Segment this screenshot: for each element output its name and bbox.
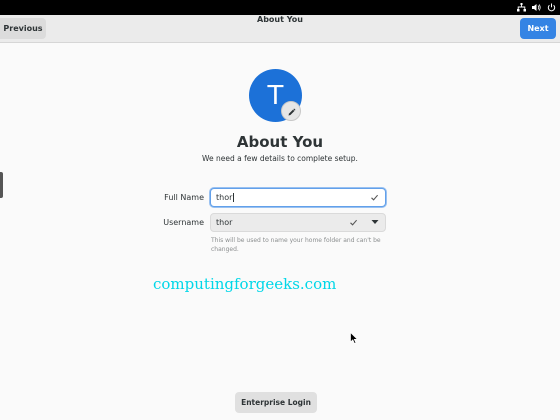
mouse-cursor-icon — [350, 329, 359, 348]
pencil-icon — [287, 102, 296, 121]
header-bar: Previous About You Next — [0, 15, 560, 43]
power-icon[interactable] — [547, 3, 556, 12]
previous-button[interactable]: Previous — [0, 18, 46, 39]
check-icon — [349, 218, 358, 229]
username-dropdown-button[interactable] — [365, 214, 385, 231]
system-tray[interactable] — [517, 0, 556, 15]
full-name-value: thor — [216, 193, 233, 202]
username-label: Username — [163, 218, 204, 227]
page-subtitle: We need a few details to complete setup. — [202, 154, 358, 163]
username-hint: This will be used to name your home fold… — [211, 237, 381, 253]
next-button[interactable]: Next — [520, 18, 556, 39]
check-icon — [370, 193, 379, 204]
triangle-down-icon — [371, 218, 379, 227]
edge-handle[interactable] — [0, 172, 3, 198]
system-top-bar — [0, 0, 560, 15]
network-icon[interactable] — [517, 3, 526, 12]
header-title: About You — [257, 15, 303, 24]
text-caret — [233, 193, 235, 202]
full-name-input[interactable]: thor — [210, 188, 386, 207]
avatar-edit-button[interactable] — [281, 101, 301, 121]
username-combo[interactable]: thor — [210, 213, 386, 232]
username-value: thor — [216, 218, 233, 227]
volume-icon[interactable] — [532, 3, 541, 12]
watermark-text: computingforgeeks.com — [153, 275, 337, 293]
full-name-label: Full Name — [164, 193, 204, 202]
page-title: About You — [236, 133, 324, 151]
enterprise-login-button[interactable]: Enterprise Login — [235, 392, 317, 413]
